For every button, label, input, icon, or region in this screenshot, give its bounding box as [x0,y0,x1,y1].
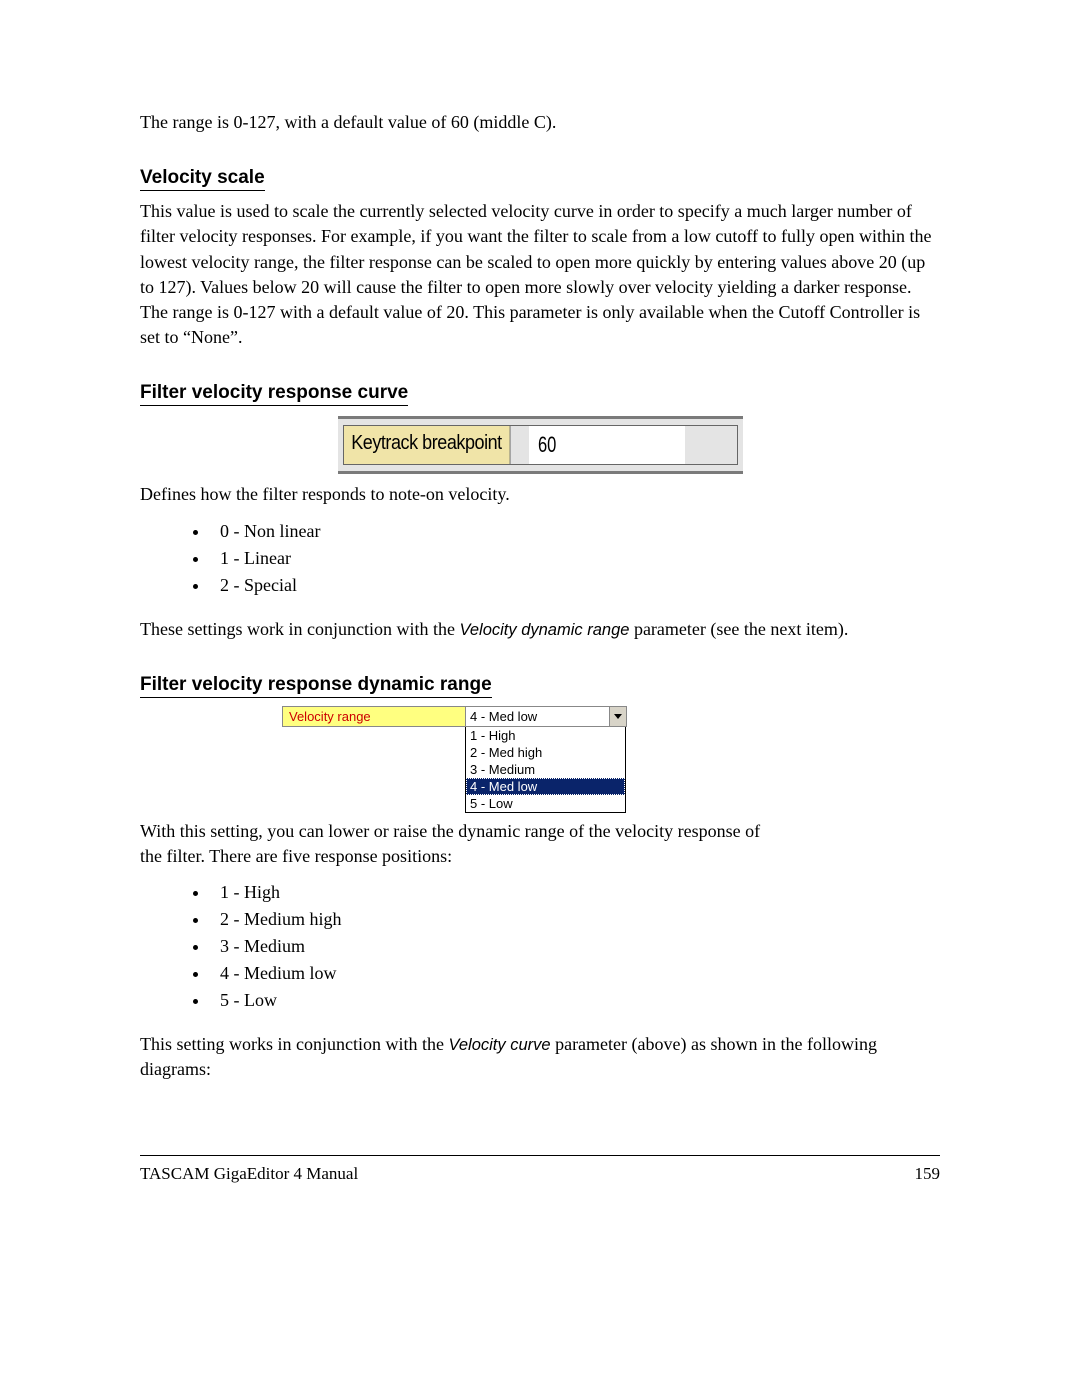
fvrdr-caption: With this setting, you can lower or rais… [140,819,780,869]
velocity-range-combo[interactable]: 4 - Med low [466,707,626,726]
footer-rule [140,1155,940,1156]
velocity-scale-text: This value is used to scale the currentl… [140,199,940,350]
dropdown-button[interactable] [609,707,626,726]
fvrc-outro: These settings work in conjunction with … [140,617,940,642]
page-number: 159 [915,1164,941,1184]
chevron-down-icon [614,714,622,719]
list-item: 4 - Medium low [210,960,940,987]
fvrdr-outro: This setting works in conjunction with t… [140,1032,940,1082]
fvrdr-list: 1 - High 2 - Medium high 3 - Medium 4 - … [210,879,940,1014]
list-item: 2 - Medium high [210,906,940,933]
velocity-range-selected: 4 - Med low [466,707,609,726]
heading-fvrc-row: Filter velocity response curve [140,368,940,410]
keytrack-breakpoint-value[interactable]: 60 [529,426,685,464]
footer-title: TASCAM GigaEditor 4 Manual [140,1164,358,1184]
list-item: 1 - High [210,879,940,906]
text: These settings work in conjunction with … [140,619,459,639]
dropdown-option[interactable]: 3 - Medium [466,761,625,778]
heading-fvrc: Filter velocity response curve [140,382,408,406]
intro-text: The range is 0-127, with a default value… [140,110,940,135]
list-item: 5 - Low [210,987,940,1014]
text-em: Velocity curve [448,1036,550,1054]
heading-fvrdr: Filter velocity response dynamic range [140,674,492,698]
page-footer: TASCAM GigaEditor 4 Manual 159 [140,1164,940,1184]
fvrc-list: 0 - Non linear 1 - Linear 2 - Special [210,518,940,599]
dropdown-option[interactable]: 5 - Low [466,795,625,812]
heading-velocity-scale: Velocity scale [140,167,265,191]
heading-fvrdr-row: Filter velocity response dynamic range [140,660,940,702]
velocity-range-dropdown-list: 1 - High 2 - Med high 3 - Medium 4 - Med… [465,727,626,813]
text-em: Velocity dynamic range [459,621,629,639]
page-content: The range is 0-127, with a default value… [140,110,940,1100]
list-item: 2 - Special [210,572,940,599]
fvrc-caption: Defines how the filter responds to note-… [140,482,940,507]
list-item: 0 - Non linear [210,518,940,545]
keytrack-breakpoint-label: Keytrack breakpoint [344,426,511,464]
heading-velocity-scale-row: Velocity scale [140,153,940,195]
keytrack-breakpoint-row: Keytrack breakpoint 60 [343,425,738,465]
dropdown-option-selected[interactable]: 4 - Med low [466,778,625,795]
velocity-range-label: Velocity range [283,707,466,726]
list-item: 3 - Medium [210,933,940,960]
velocity-range-panel: Velocity range 4 - Med low 1 - High 2 - … [282,706,627,813]
dropdown-option[interactable]: 2 - Med high [466,744,625,761]
text: parameter (see the next item). [629,619,848,639]
text: This setting works in conjunction with t… [140,1034,448,1054]
velocity-range-row: Velocity range 4 - Med low [282,706,627,727]
list-item: 1 - Linear [210,545,940,572]
keytrack-breakpoint-panel: Keytrack breakpoint 60 [338,416,743,474]
dropdown-option[interactable]: 1 - High [466,727,625,744]
